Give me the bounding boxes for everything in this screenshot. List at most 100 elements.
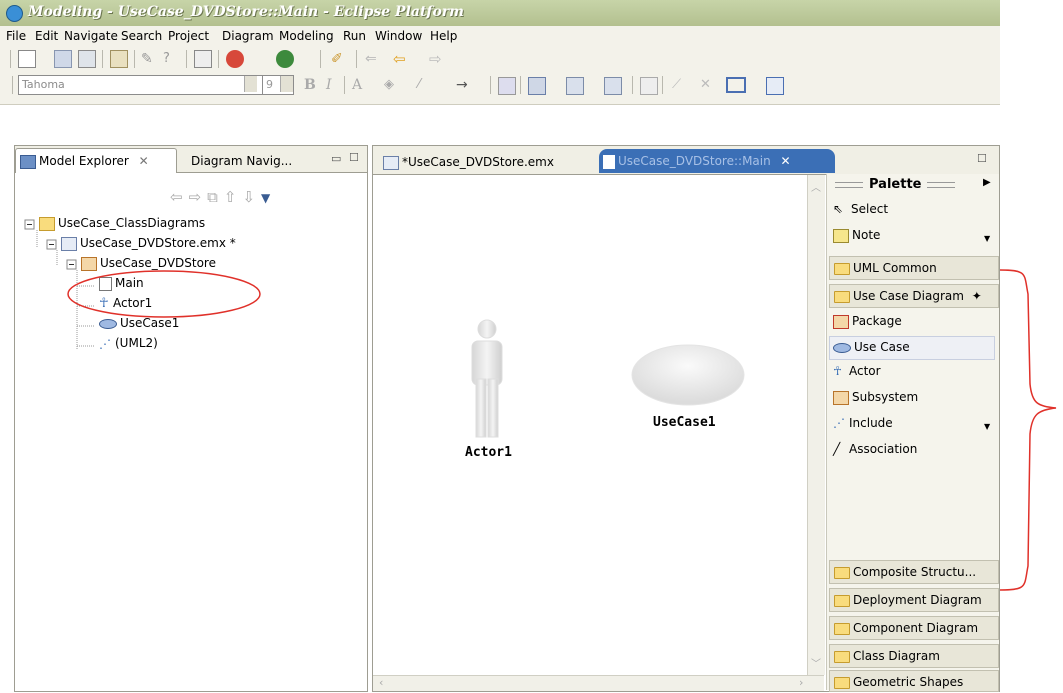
tree-label: UseCase_DVDStore.emx * (80, 236, 236, 250)
arrange-icon[interactable] (528, 77, 546, 95)
drawer-component-diagram[interactable]: Component Diagram (829, 616, 999, 640)
italic-icon[interactable]: I (326, 77, 342, 93)
distribute-icon[interactable] (604, 77, 622, 95)
actor-figure[interactable] (457, 315, 517, 455)
history-back-icon[interactable]: ⇐ (364, 50, 382, 68)
help-icon[interactable]: ? (162, 50, 180, 68)
tab-model-explorer[interactable]: Model Explorer ✕ (15, 148, 177, 173)
drawer-label: Use Case Diagram (853, 289, 964, 303)
marker-icon[interactable]: ✐ (330, 50, 348, 68)
usecase-ellipse[interactable] (629, 343, 747, 409)
scroll-right-icon[interactable]: › (799, 676, 803, 689)
tree-item-class-diagrams[interactable]: UseCase_ClassDiagrams (39, 216, 205, 231)
layout-icon[interactable] (726, 77, 746, 93)
drawer-geometric-shapes[interactable]: Geometric Shapes (829, 670, 999, 692)
view-icon[interactable] (766, 77, 784, 95)
close-icon[interactable]: ✕ (139, 154, 149, 168)
tree-item-uml2[interactable]: ⋰ (UML2) (99, 336, 158, 351)
nav-up-icon[interactable]: ⇧ (224, 188, 243, 206)
drawer-class-diagram[interactable]: Class Diagram (829, 644, 999, 668)
canvas-horizontal-scrollbar[interactable]: ‹ › (373, 675, 824, 691)
model-explorer-panel: Model Explorer ✕ Diagram Navig... ▭ ☐ ⇦⇨… (14, 145, 368, 692)
debug-icon[interactable] (226, 50, 244, 68)
drawer-use-case-diagram[interactable]: Use Case Diagram ✦ (829, 284, 999, 308)
menu-help[interactable]: Help (430, 29, 457, 43)
window-title: Modeling - UseCase_DVDStore::Main - Ecli… (28, 4, 464, 20)
menu-diagram[interactable]: Diagram (222, 29, 274, 43)
usecase-label[interactable]: UseCase1 (653, 415, 716, 430)
tab-model-file[interactable]: *UseCase_DVDStore.emx (379, 150, 573, 174)
run-icon[interactable] (276, 50, 294, 68)
maximize-icon[interactable]: ☐ (349, 151, 359, 164)
menu-search[interactable]: Search (121, 29, 162, 43)
save-icon[interactable] (54, 50, 72, 68)
scroll-up-icon[interactable]: ︿ (811, 179, 821, 194)
menu-edit[interactable]: Edit (35, 29, 58, 43)
bold-icon[interactable]: B (304, 77, 320, 93)
palette-item-usecase[interactable]: Use Case (833, 340, 910, 354)
menu-run[interactable]: Run (343, 29, 366, 43)
back-icon[interactable]: ⇦ (392, 50, 410, 68)
scroll-left-icon[interactable]: ‹ (379, 676, 383, 689)
diagram-canvas[interactable]: Actor1 UseCase1 (373, 175, 809, 675)
usecase-icon (833, 342, 851, 353)
validate-icon[interactable] (194, 50, 212, 68)
new-icon[interactable] (18, 50, 36, 68)
tab-main-diagram[interactable]: UseCase_DVDStore::Main ✕ (599, 149, 835, 173)
menu-navigate[interactable]: Navigate (64, 29, 118, 43)
nav-down-icon[interactable]: ⇩ (242, 188, 261, 206)
minimize-icon[interactable]: ▭ (331, 152, 341, 165)
link-icon[interactable]: ⧉ (207, 188, 224, 206)
font-color-icon[interactable]: A (352, 77, 368, 93)
include-dropdown-icon[interactable]: ▼ (984, 422, 990, 431)
align-icon[interactable] (566, 77, 584, 95)
palette-item-package[interactable]: Package (833, 314, 902, 329)
tab-diagram-navigator[interactable]: Diagram Navig... (187, 149, 331, 173)
palette-tool-select[interactable]: ⇖ Select (833, 202, 888, 216)
forward-icon[interactable]: ⇨ (428, 50, 446, 68)
palette-item-actor[interactable]: ☥ Actor (833, 364, 881, 378)
pin-icon[interactable]: ✦ (972, 289, 982, 303)
menu-file[interactable]: File (6, 29, 26, 43)
font-name-dropdown-icon[interactable] (244, 76, 257, 92)
refactor-icon[interactable]: ✎ (140, 50, 158, 68)
view-menu-icon[interactable]: ▼ (261, 191, 276, 205)
actor-label[interactable]: Actor1 (465, 445, 512, 460)
line-color-icon[interactable]: ⁄ (418, 77, 434, 93)
zoom-icon[interactable] (640, 77, 658, 95)
line-style-icon[interactable]: → (456, 77, 472, 93)
tree-item-model-file[interactable]: UseCase_DVDStore.emx * (61, 236, 236, 251)
menu-modeling[interactable]: Modeling (279, 29, 334, 43)
drawer-deployment-diagram[interactable]: Deployment Diagram (829, 588, 999, 612)
fill-color-icon[interactable]: ◈ (384, 77, 400, 93)
font-size-combo[interactable]: 9 (262, 75, 294, 95)
maximize-icon[interactable]: ☐ (977, 152, 987, 165)
scroll-down-icon[interactable]: ﹀ (811, 655, 821, 670)
palette-item-subsystem[interactable]: Subsystem (833, 390, 918, 405)
nav-forward-icon[interactable]: ⇨ (189, 188, 208, 206)
palette-collapse-icon[interactable]: ▶ (983, 177, 991, 188)
palette-item-association[interactable]: ╱ Association (833, 442, 917, 456)
font-size-dropdown-icon[interactable] (280, 76, 293, 92)
palette-item-include[interactable]: ⋰ Include (833, 416, 893, 430)
font-name-combo[interactable]: Tahoma (18, 75, 263, 95)
tree-label: (UML2) (115, 336, 158, 350)
palette-tool-note[interactable]: Note (833, 228, 880, 243)
toolbar: ✎ ? ✐ ⇐ ⇦ ⇨ Tahoma 9 B I A ◈ ⁄ → ⟋ ✕ (0, 46, 1000, 105)
drawer-composite-structure[interactable]: Composite Structu... (829, 560, 999, 584)
print-icon[interactable] (78, 50, 96, 68)
menu-project[interactable]: Project (168, 29, 209, 43)
nav-back-icon[interactable]: ⇦ (170, 188, 189, 206)
drawer-uml-common[interactable]: UML Common (829, 256, 999, 280)
folder-icon (834, 650, 850, 663)
menu-window[interactable]: Window (375, 29, 422, 43)
select-all-icon[interactable] (498, 77, 516, 95)
remove-bendpoints-icon[interactable]: ✕ (700, 77, 716, 93)
note-dropdown-icon[interactable]: ▼ (984, 234, 990, 243)
explorer-toolbar: ⇦⇨⧉⇧⇩▼ (170, 188, 360, 206)
tab-model-explorer-label: Model Explorer (39, 154, 129, 168)
close-icon[interactable]: ✕ (781, 154, 791, 168)
canvas-vertical-scrollbar[interactable]: ︿ ﹀ (807, 175, 825, 675)
properties-icon[interactable] (110, 50, 128, 68)
router-icon[interactable]: ⟋ (672, 77, 688, 93)
